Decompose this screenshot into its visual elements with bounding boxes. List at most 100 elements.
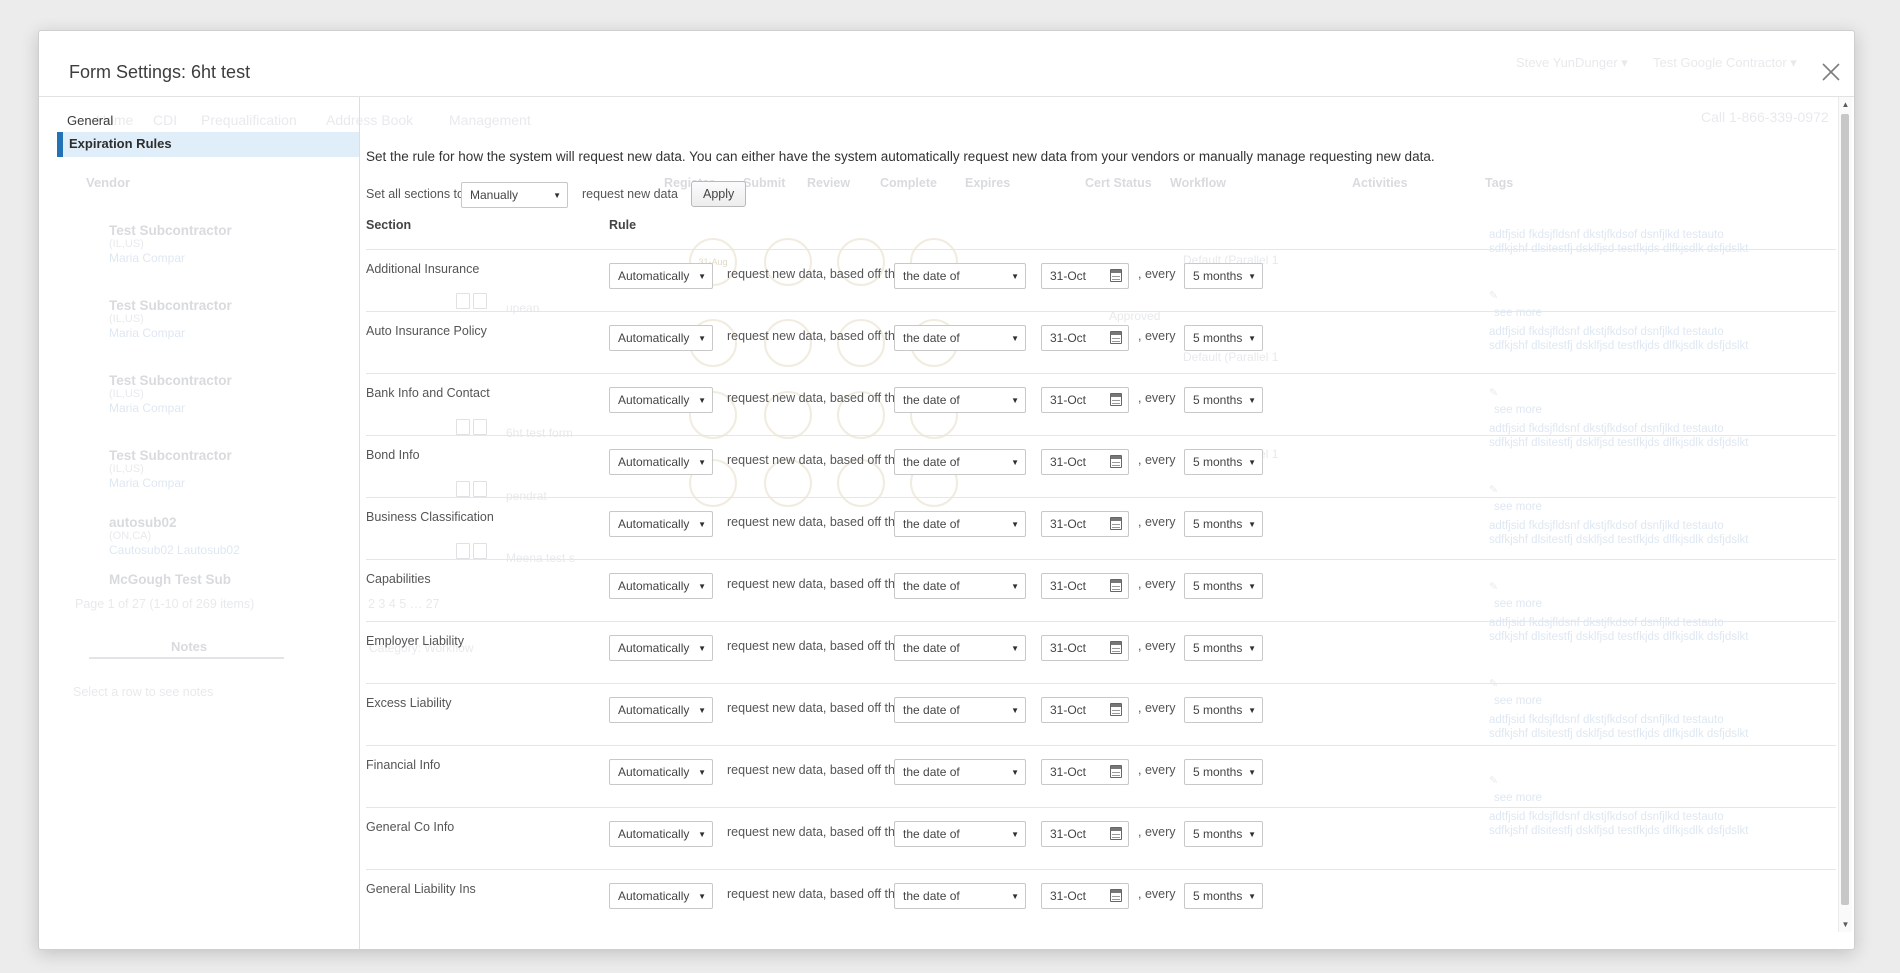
rule-date-input[interactable]: 31-Oct <box>1041 511 1129 537</box>
rule-date-input[interactable]: 31-Oct <box>1041 449 1129 475</box>
calendar-icon[interactable] <box>1110 331 1122 344</box>
scroll-up-icon[interactable]: ▲ <box>1839 97 1852 112</box>
rule-basis-select[interactable]: the date of ▼ <box>894 263 1026 289</box>
rule-basis-select[interactable]: the date of ▼ <box>894 821 1026 847</box>
close-icon[interactable] <box>1819 60 1843 84</box>
rule-text: request new data, based off the <box>727 391 902 405</box>
rule-mode-select[interactable]: Automatically ▼ <box>609 263 713 289</box>
expiration-rules-table: Additional Insurance Automatically ▼ req… <box>366 249 1836 931</box>
rule-date-input[interactable]: 31-Oct <box>1041 387 1129 413</box>
rule-mode-select[interactable]: Automatically ▼ <box>609 511 713 537</box>
every-label: , every <box>1138 453 1176 467</box>
rule-basis-select[interactable]: the date of ▼ <box>894 759 1026 785</box>
ghost-column-header: Activities <box>1352 176 1408 190</box>
rule-date-input[interactable]: 31-Oct <box>1041 573 1129 599</box>
date-value: 31-Oct <box>1050 765 1086 779</box>
calendar-icon[interactable] <box>1110 827 1122 840</box>
rule-mode-select[interactable]: Automatically ▼ <box>609 635 713 661</box>
chevron-down-icon: ▼ <box>1011 512 1019 537</box>
rule-date-input[interactable]: 31-Oct <box>1041 759 1129 785</box>
set-all-mode-select[interactable]: Manually ▼ <box>461 182 568 208</box>
rule-mode-select[interactable]: Automatically ▼ <box>609 759 713 785</box>
chevron-down-icon: ▼ <box>1248 574 1256 599</box>
rule-mode-select[interactable]: Automatically ▼ <box>609 821 713 847</box>
rule-basis-select[interactable]: the date of ▼ <box>894 635 1026 661</box>
section-name: Employer Liability <box>366 634 464 648</box>
ghost-vendor-name: McGough Test Sub <box>109 572 231 587</box>
rule-mode-select[interactable]: Automatically ▼ <box>609 387 713 413</box>
calendar-icon[interactable] <box>1110 765 1122 778</box>
rule-basis-select[interactable]: the date of ▼ <box>894 449 1026 475</box>
rule-basis-select[interactable]: the date of ▼ <box>894 511 1026 537</box>
chevron-down-icon: ▼ <box>698 822 706 847</box>
calendar-icon[interactable] <box>1110 455 1122 468</box>
select-value: 5 months <box>1193 331 1242 345</box>
scroll-down-icon[interactable]: ▼ <box>1839 917 1852 932</box>
chevron-down-icon: ▼ <box>1011 884 1019 909</box>
select-value: 5 months <box>1193 827 1242 841</box>
select-value: the date of <box>903 889 960 903</box>
rule-interval-select[interactable]: 5 months ▼ <box>1184 263 1263 289</box>
rule-interval-select[interactable]: 5 months ▼ <box>1184 759 1263 785</box>
select-value: 5 months <box>1193 641 1242 655</box>
section-name: Bank Info and Contact <box>366 386 490 400</box>
ghost-vendor-name: Test Subcontractor <box>109 373 232 388</box>
rule-mode-select[interactable]: Automatically ▼ <box>609 697 713 723</box>
rule-interval-select[interactable]: 5 months ▼ <box>1184 635 1263 661</box>
select-value: Automatically <box>618 331 689 345</box>
select-value: the date of <box>903 579 960 593</box>
rule-interval-select[interactable]: 5 months ▼ <box>1184 821 1263 847</box>
rule-mode-select[interactable]: Automatically ▼ <box>609 449 713 475</box>
ghost-notes-empty: Select a row to see notes <box>73 685 213 699</box>
select-value: Manually <box>470 188 518 202</box>
calendar-icon[interactable] <box>1110 269 1122 282</box>
expiration-rule-row: Additional Insurance Automatically ▼ req… <box>366 249 1836 311</box>
chevron-down-icon: ▼ <box>1248 326 1256 351</box>
apply-button[interactable]: Apply <box>691 181 746 207</box>
select-value: 5 months <box>1193 889 1242 903</box>
ghost-vendor-name: Test Subcontractor <box>109 223 232 238</box>
rule-date-input[interactable]: 31-Oct <box>1041 821 1129 847</box>
rule-interval-select[interactable]: 5 months ▼ <box>1184 325 1263 351</box>
rule-mode-select[interactable]: Automatically ▼ <box>609 573 713 599</box>
chevron-down-icon: ▼ <box>1011 636 1019 661</box>
rule-basis-select[interactable]: the date of ▼ <box>894 387 1026 413</box>
rule-mode-select[interactable]: Automatically ▼ <box>609 883 713 909</box>
rule-date-input[interactable]: 31-Oct <box>1041 325 1129 351</box>
rule-interval-select[interactable]: 5 months ▼ <box>1184 449 1263 475</box>
scrollbar-thumb[interactable] <box>1841 114 1849 905</box>
rule-basis-select[interactable]: the date of ▼ <box>894 325 1026 351</box>
rule-date-input[interactable]: 31-Oct <box>1041 263 1129 289</box>
rule-date-input[interactable]: 31-Oct <box>1041 697 1129 723</box>
sidebar-item-general[interactable]: General <box>57 109 359 133</box>
calendar-icon[interactable] <box>1110 703 1122 716</box>
calendar-icon[interactable] <box>1110 889 1122 902</box>
expiration-rule-row: Financial Info Automatically ▼ request n… <box>366 745 1836 807</box>
sidebar-item-expiration-rules[interactable]: Expiration Rules <box>57 132 359 157</box>
chevron-down-icon: ▼ <box>1248 636 1256 661</box>
rule-basis-select[interactable]: the date of ▼ <box>894 573 1026 599</box>
rule-interval-select[interactable]: 5 months ▼ <box>1184 573 1263 599</box>
ghost-notes-underline <box>89 657 284 659</box>
rule-text: request new data, based off the <box>727 763 902 777</box>
rule-text: request new data, based off the <box>727 515 902 529</box>
ghost-vendor-contact: Maria Compar <box>109 326 185 340</box>
rule-basis-select[interactable]: the date of ▼ <box>894 883 1026 909</box>
every-label: , every <box>1138 763 1176 777</box>
chevron-down-icon: ▼ <box>698 326 706 351</box>
rule-interval-select[interactable]: 5 months ▼ <box>1184 697 1263 723</box>
rule-date-input[interactable]: 31-Oct <box>1041 883 1129 909</box>
calendar-icon[interactable] <box>1110 641 1122 654</box>
rule-interval-select[interactable]: 5 months ▼ <box>1184 883 1263 909</box>
rule-text: request new data, based off the <box>727 639 902 653</box>
calendar-icon[interactable] <box>1110 393 1122 406</box>
rule-interval-select[interactable]: 5 months ▼ <box>1184 387 1263 413</box>
vertical-scrollbar[interactable]: ▲ ▼ <box>1838 97 1852 932</box>
calendar-icon[interactable] <box>1110 579 1122 592</box>
calendar-icon[interactable] <box>1110 517 1122 530</box>
rule-basis-select[interactable]: the date of ▼ <box>894 697 1026 723</box>
chevron-down-icon: ▼ <box>553 183 561 208</box>
rule-mode-select[interactable]: Automatically ▼ <box>609 325 713 351</box>
rule-interval-select[interactable]: 5 months ▼ <box>1184 511 1263 537</box>
rule-date-input[interactable]: 31-Oct <box>1041 635 1129 661</box>
